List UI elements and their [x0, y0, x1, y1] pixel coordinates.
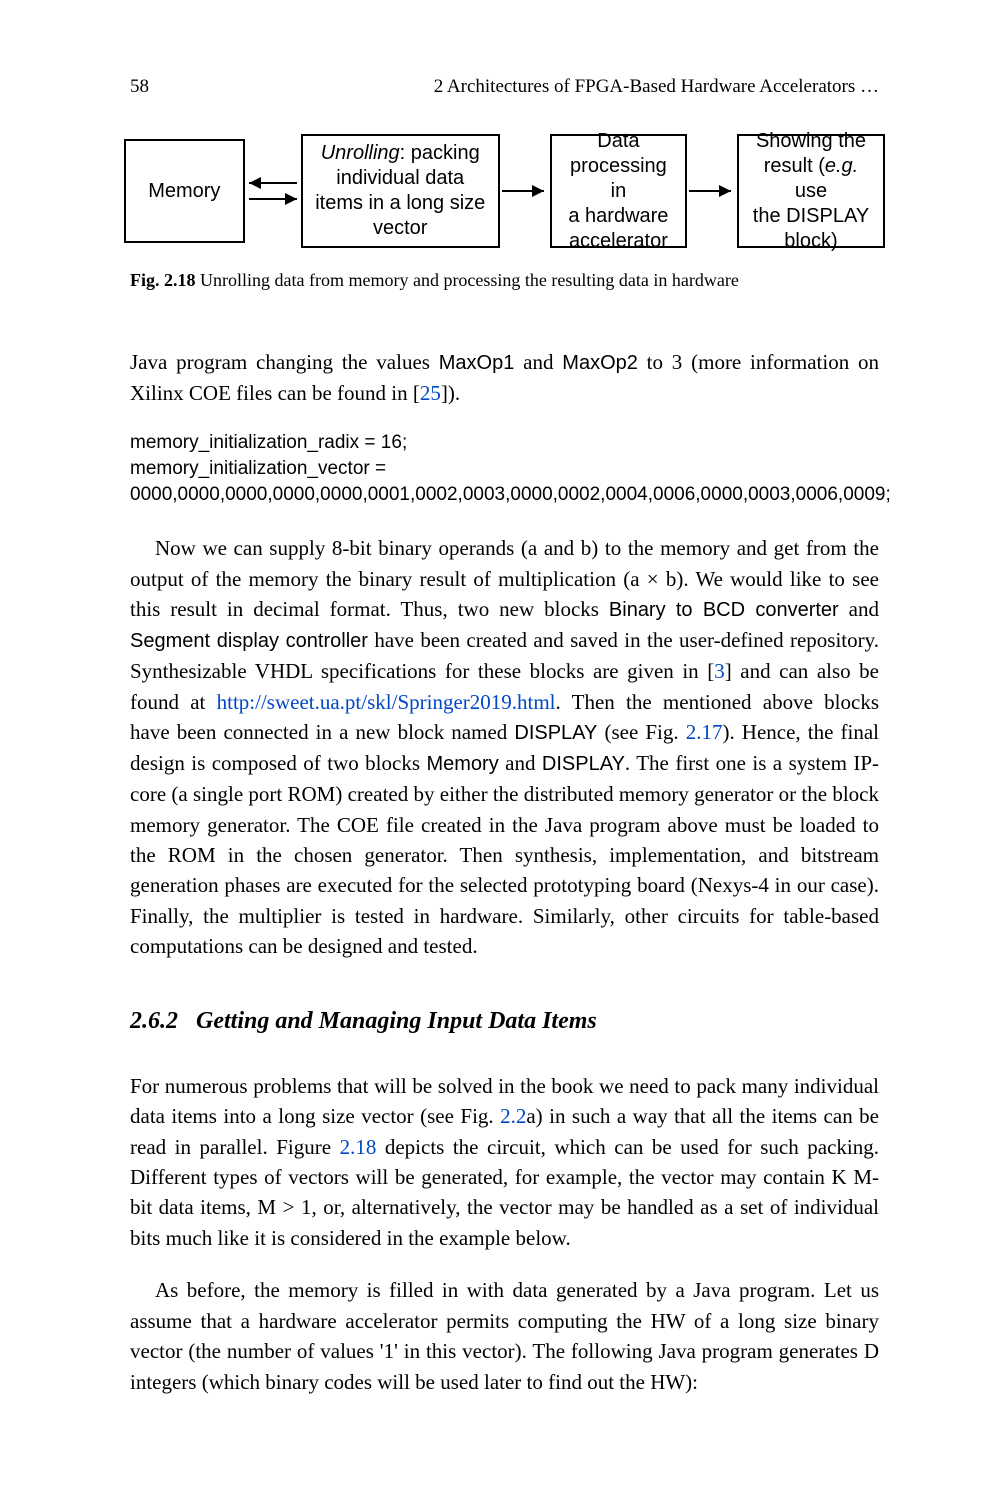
figure-box-unrolling-line3: items in a long size [311, 191, 490, 216]
page-number: 58 [130, 76, 149, 98]
figure-box-data-processing: Data processing in a hardware accelerato… [550, 134, 687, 248]
page-header: 58 2 Architectures of FPGA-Based Hardwar… [130, 76, 879, 98]
paragraph-4: As before, the memory is filled in with … [130, 1275, 879, 1397]
page: 58 2 Architectures of FPGA-Based Hardwar… [0, 0, 989, 1500]
figure-box-unrolling-line1: Unrolling: packing [311, 141, 490, 166]
figure-box-data-line4: accelerator [560, 229, 677, 254]
show-l2a: result ( [764, 155, 825, 177]
figure-box-data-line3: a hardware [560, 204, 677, 229]
show-l2b: use [795, 180, 827, 202]
p2-i: . The first one is a system IP-core (a s… [130, 751, 879, 958]
figure-caption-text: Unrolling data from memory and processin… [196, 270, 739, 290]
arrow-right-2 [687, 179, 737, 203]
p1-maxop2: MaxOp2 [562, 352, 638, 374]
p4-text: As before, the memory is filled in with … [130, 1278, 879, 1393]
p2-binary-to-bcd: Binary to BCD converter [609, 599, 839, 621]
paragraph-1: Java program changing the values MaxOp1 … [130, 347, 879, 408]
p1-maxop1: MaxOp1 [439, 352, 515, 374]
figure-box-show-line3: the DISPLAY [747, 204, 875, 229]
external-link-url[interactable]: http://sweet.ua.pt/skl/Springer2019.html [217, 690, 556, 714]
p2-display: DISPLAY [514, 722, 597, 744]
figure-box-unrolling: Unrolling: packing individual data items… [301, 134, 500, 248]
p1-text-c: ]). [441, 381, 460, 405]
p2-h: and [499, 751, 542, 775]
figure-box-unrolling-line2: individual data [311, 166, 490, 191]
unrolling-italic: Unrolling [321, 142, 400, 164]
figure-2-18: Memory Unrolling: packing individual dat… [124, 134, 885, 248]
figure-box-memory-label: Memory [134, 179, 235, 204]
unrolling-tail: : packing [400, 142, 480, 164]
p2-segment-display: Segment display controller [130, 630, 368, 652]
p2-display2: DISPLAY [542, 753, 625, 775]
p1-text-a: Java program changing the values [130, 350, 439, 374]
figure-box-memory: Memory [124, 139, 245, 243]
p2-f: (see Fig. [597, 720, 685, 744]
citation-3[interactable]: 3 [714, 659, 725, 683]
figure-box-show-line2: result (e.g. use [747, 154, 875, 204]
section-heading: 2.6.2 Getting and Managing Input Data It… [130, 1008, 879, 1035]
figure-ref-2-17[interactable]: 2.17 [686, 720, 723, 744]
figure-ref-2-18[interactable]: 2.18 [340, 1135, 377, 1159]
figure-caption: Fig. 2.18 Unrolling data from memory and… [130, 270, 879, 291]
code-line-2: memory_initialization_vector = [130, 456, 879, 482]
figure-box-data-line2: processing in [560, 154, 677, 204]
arrow-right-1 [500, 179, 550, 203]
section-title: Getting and Managing Input Data Items [196, 1008, 597, 1034]
p2-b: and [839, 597, 879, 621]
figure-caption-label: Fig. 2.18 [130, 270, 196, 290]
p2-memory: Memory [426, 753, 498, 775]
code-block: memory_initialization_radix = 16; memory… [130, 430, 879, 507]
figure-box-showing-result: Showing the result (e.g. use the DISPLAY… [737, 134, 885, 248]
figure-box-data-line1: Data [560, 129, 677, 154]
figure-ref-2-2[interactable]: 2.2 [500, 1104, 526, 1128]
p1-and: and [514, 350, 562, 374]
code-line-1: memory_initialization_radix = 16; [130, 430, 879, 456]
figure-box-show-line4: block) [747, 229, 875, 254]
show-eg-italic: e.g. [825, 155, 858, 177]
figure-box-unrolling-line4: vector [311, 216, 490, 241]
figure-box-show-line1: Showing the [747, 129, 875, 154]
section-number: 2.6.2 [130, 1008, 178, 1034]
citation-25[interactable]: 25 [420, 381, 441, 405]
arrow-bidirectional [245, 163, 301, 219]
code-line-3: 0000,0000,0000,0000,0000,0001,0002,0003,… [130, 482, 879, 508]
running-title: 2 Architectures of FPGA-Based Hardware A… [434, 76, 879, 98]
paragraph-3: For numerous problems that will be solve… [130, 1071, 879, 1254]
paragraph-2: Now we can supply 8-bit binary operands … [130, 533, 879, 961]
